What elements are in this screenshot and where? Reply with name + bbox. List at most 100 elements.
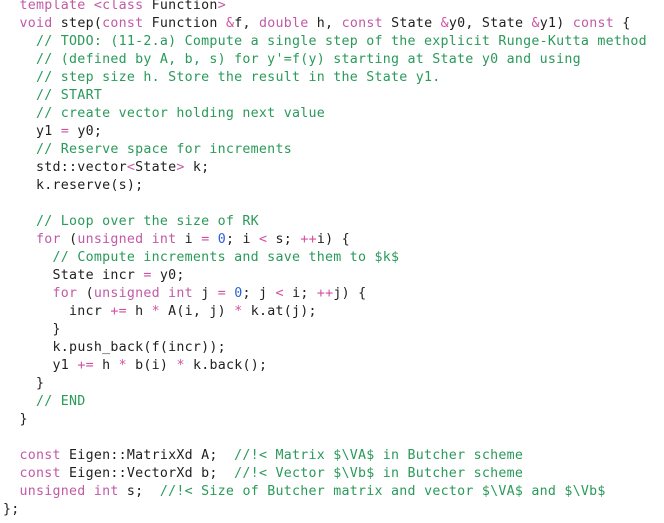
code-token-keyword: for [52,286,78,301]
code-token-operator: = [143,268,152,283]
code-token-operator: * [151,304,160,319]
code-token-code-text: s; [118,484,160,499]
code-token-keyword: const [341,16,383,31]
code-token-operator: * [176,358,185,373]
code-token-code-text: s; [267,232,301,247]
code-line[interactable]: void step(const Function &f, double h, c… [3,15,631,33]
code-token-comment: //!< Vector $\Vb$ in Butcher scheme [234,466,524,481]
code-line[interactable]: const Eigen::VectorXd b; //!< Vector $\V… [3,465,523,483]
code-token-code-text [3,70,36,85]
code-line[interactable]: // create vector holding next value [3,105,325,123]
code-line[interactable]: } [3,411,28,429]
code-line[interactable]: std::vector<State> k; [3,159,209,177]
code-token-code-text [3,178,36,193]
code-line[interactable]: // TODO: (11-2.a) Compute a single step … [3,33,647,51]
code-token-keyword: void [19,16,53,31]
code-token-code-text: incr [69,304,111,319]
code-token-comment: // step size h. Store the result in the … [36,70,441,85]
code-token-operator: ++ [300,232,317,247]
code-token-comment: // Compute increments and save them to $… [52,250,400,265]
code-token-code-text [3,376,36,391]
code-line[interactable]: // START [3,87,102,105]
code-line[interactable]: y1 = y0; [3,123,102,141]
code-line[interactable]: // END [3,393,86,411]
code-token-keyword: const [19,448,61,463]
code-token-code-text: k; [184,160,210,175]
code-token-code-text: j [192,286,218,301]
code-line[interactable]: // step size h. Store the result in the … [3,69,441,87]
code-token-comment: // START [36,88,103,103]
code-token-code-text [3,34,36,49]
code-token-code-text [3,250,53,265]
code-line[interactable]: } [3,375,44,393]
code-line[interactable]: }; [3,501,20,519]
code-token-code-text: j) { [333,286,367,301]
code-token-keyword: unsigned [77,232,144,247]
code-line[interactable]: template <class Function> [3,0,226,15]
code-token-code-text [143,232,151,247]
code-token-comment: // (defined by A, b, s) for y'=f(y) star… [36,52,581,67]
code-token-code-text [3,358,53,373]
code-line[interactable]: for (unsigned int i = 0; i < s; ++i) { [3,231,350,249]
code-token-code-text: h [126,304,152,319]
code-token-comment: //!< Size of Butcher matrix and vector $… [159,484,606,499]
code-token-keyword: int [93,484,119,499]
code-token-keyword: unsigned [93,286,160,301]
code-token-comment: // Reserve space for increments [36,142,292,157]
code-token-code-text [209,232,217,247]
code-line[interactable]: State incr = y0; [3,267,185,285]
code-token-code-text: } [52,322,61,337]
code-token-code-text [3,106,36,121]
code-line[interactable]: y1 += h * b(i) * k.back(); [3,357,267,375]
code-line[interactable]: const Eigen::MatrixXd A; //!< Matrix $\V… [3,447,523,465]
code-token-code-text [160,286,168,301]
code-line[interactable]: incr += h * A(i, j) * k.at(j); [3,303,317,321]
code-token-keyword: const [572,16,615,31]
code-token-operator: * [118,358,127,373]
code-token-code-text [3,394,36,409]
code-token-comment: // Loop over the size of RK [36,214,259,229]
code-token-code-text [3,88,36,103]
code-editor[interactable]: template <class Function> void step(cons… [0,0,664,523]
code-line[interactable]: } [3,321,61,339]
code-token-operator: < [275,286,284,301]
code-token-code-text: } [36,376,45,391]
code-token-code-text: k.at(j); [242,304,317,319]
code-token-code-text [3,340,53,355]
code-token-code-text: h [93,358,119,373]
code-line[interactable]: unsigned int s; //!< Size of Butcher mat… [3,483,606,501]
code-token-operator: += [77,358,94,373]
code-token-code-text [3,16,20,31]
code-token-code-text: A(i, j) [159,304,235,319]
code-token-number-literal: 0 [234,286,243,301]
code-token-angle-bracket: < [93,0,103,13]
code-token-code-text: y0; [151,268,185,283]
code-token-code-text: y1 [52,358,78,373]
code-token-code-text: std::vector [36,160,127,175]
code-token-code-text: k.back(); [184,358,268,373]
code-token-angle-bracket: > [217,0,226,13]
code-line[interactable]: // Compute increments and save them to $… [3,249,399,267]
code-token-code-text [3,484,20,499]
code-line[interactable]: k.push_back(f(incr)); [3,339,226,357]
code-token-operator: ++ [316,286,334,301]
code-line[interactable]: // Reserve space for increments [3,141,292,159]
code-token-code-text: Eigen::MatrixXd A; [60,448,235,463]
code-token-keyword: const [19,466,61,481]
code-line[interactable]: k.reserve(s); [3,177,143,195]
code-line[interactable]: // Loop over the size of RK [3,213,259,231]
code-token-code-text: k.push_back(f(incr)); [52,340,226,355]
code-token-angle-bracket: < [126,160,136,175]
code-token-keyword: const [102,16,144,31]
code-token-comment: // END [36,394,86,409]
code-line[interactable]: // (defined by A, b, s) for y'=f(y) star… [3,51,581,69]
code-line[interactable]: for (unsigned int j = 0; j < i; ++j) { [3,285,367,303]
code-token-code-text: Function [143,0,218,13]
code-token-code-text: { [614,16,631,31]
code-token-code-text: State [135,160,177,175]
code-token-code-text: k.reserve(s); [36,178,144,193]
code-token-code-text: } [19,412,28,427]
code-token-keyword: int [168,286,193,301]
code-token-code-text: Eigen::VectorXd b; [60,466,235,481]
code-token-comment: // create vector holding next value [36,106,325,121]
